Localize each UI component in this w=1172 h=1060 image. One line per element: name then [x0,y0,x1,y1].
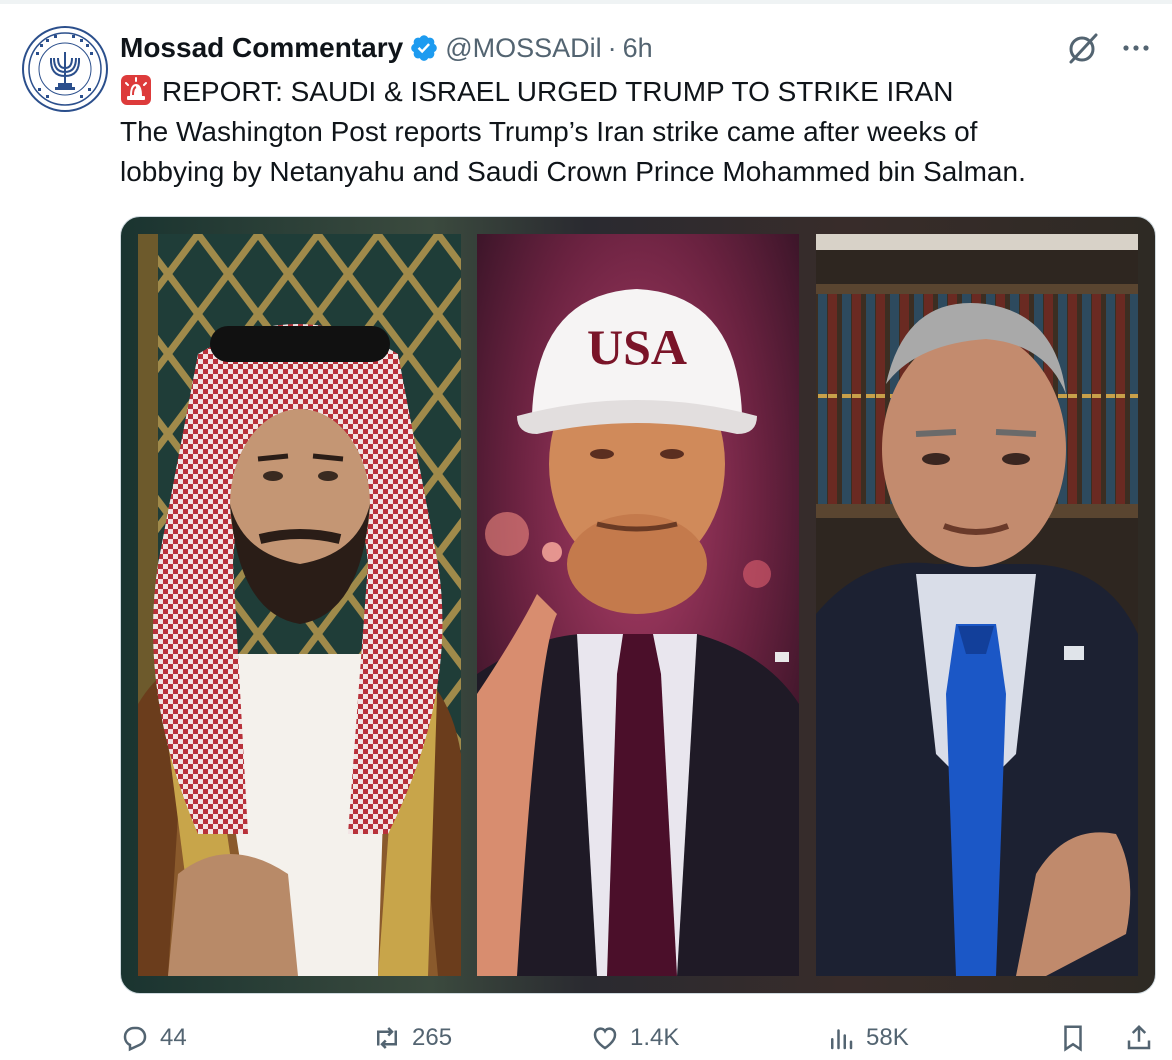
tweet-headline: REPORT: SAUDI & ISRAEL URGED TRUMP TO ST… [162,76,954,107]
cap-text: USA [587,319,687,375]
tweet-body-line-2: lobbying by Netanyahu and Saudi Crown Pr… [120,156,1026,187]
repost-count: 265 [412,1024,453,1051]
top-divider [0,0,1172,4]
repost-button[interactable]: 265 [372,1016,452,1060]
views-count: 58K [866,1024,909,1051]
handle[interactable]: @MOSSADil [445,33,601,64]
tweet-header: Mossad Commentary @MOSSADil · 6h [120,28,653,68]
reply-icon [123,1026,147,1052]
bookmark-icon [1064,1025,1082,1052]
separator-dot: · [607,32,617,63]
tweet-body-line-1: The Washington Post reports Trump’s Iran… [120,116,978,147]
bookmark-button[interactable] [1058,1016,1088,1060]
tweet-media[interactable]: USA [120,216,1156,994]
reply-count: 44 [160,1024,187,1051]
trump-photo: USA [477,234,799,976]
rotating-light-icon [121,75,151,105]
reply-button[interactable]: 44 [120,1016,187,1060]
views-icon [831,1029,853,1050]
timestamp[interactable]: 6h [623,33,653,64]
more-options-icon[interactable] [1118,30,1154,66]
share-button[interactable] [1124,1016,1154,1060]
saudi-crown-prince-photo [138,234,461,976]
action-bar: 44 265 1.4K 58K [120,1016,1160,1060]
like-count: 1.4K [630,1024,680,1051]
avatar[interactable] [22,26,108,112]
verified-icon [411,35,437,61]
share-icon [1127,1024,1151,1050]
tweet-text: REPORT: SAUDI & ISRAEL URGED TRUMP TO ST… [120,72,1160,192]
views-button[interactable]: 58K [826,1016,909,1060]
like-icon [593,1027,617,1050]
repost-icon [377,1027,397,1049]
netanyahu-photo [816,234,1138,976]
mossad-emblem-icon [28,32,102,106]
display-name[interactable]: Mossad Commentary [120,32,403,64]
like-button[interactable]: 1.4K [590,1016,679,1060]
grok-icon[interactable] [1065,30,1101,66]
